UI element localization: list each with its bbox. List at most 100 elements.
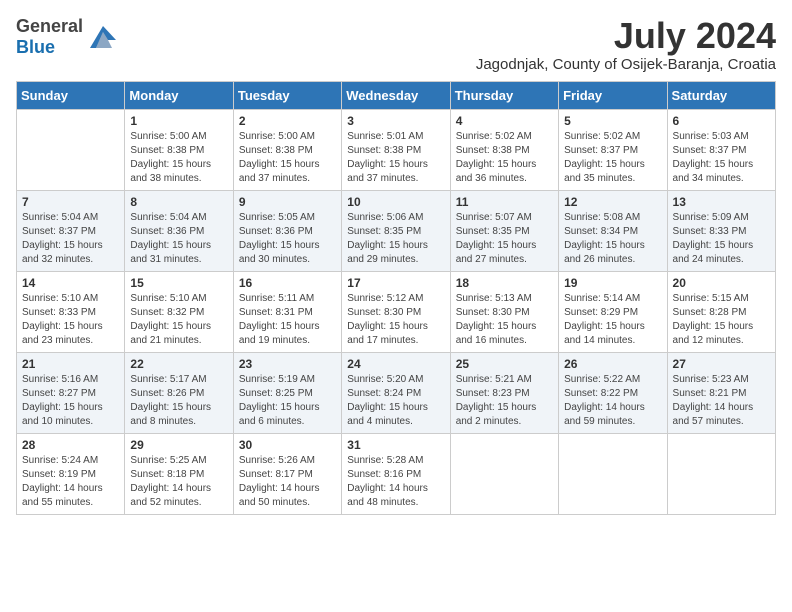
calendar-cell: 1 Sunrise: 5:00 AMSunset: 8:38 PMDaylight… [125, 109, 233, 190]
day-info: Sunrise: 5:25 AMSunset: 8:18 PMDaylight:… [130, 454, 227, 510]
calendar-cell: 3Sunrise: 5:01 AMSunset: 8:38 PMDaylight… [342, 109, 450, 190]
calendar-cell: 31 Sunrise: 5:28 AMSunset: 8:16 PMDayligh… [342, 433, 450, 514]
day-info: Sunrise: 5:17 AMSunset: 8:26 PMDaylight:… [130, 373, 227, 429]
day-info: Sunrise: 5:20 AMSunset: 8:24 PMDaylight:… [347, 373, 444, 429]
day-number: 11 [456, 195, 553, 209]
calendar-cell [450, 433, 558, 514]
day-number: 4 [456, 114, 553, 128]
weekday-header: Tuesday [233, 81, 341, 109]
day-number: 18 [456, 276, 553, 290]
calendar-cell [559, 433, 667, 514]
calendar-cell: 24 Sunrise: 5:20 AMSunset: 8:24 PMDayligh… [342, 352, 450, 433]
calendar-week-row: 14Sunrise: 5:10 AMSunset: 8:33 PMDayligh… [17, 271, 776, 352]
calendar-cell: 12Sunrise: 5:08 AMSunset: 8:34 PMDayligh… [559, 190, 667, 271]
calendar-cell: 26 Sunrise: 5:22 AMSunset: 8:22 PMDayligh… [559, 352, 667, 433]
calendar-cell: 17 Sunrise: 5:12 AMSunset: 8:30 PMDayligh… [342, 271, 450, 352]
day-info: Sunrise: 5:24 AMSunset: 8:19 PMDaylight:… [22, 454, 119, 510]
calendar-cell: 13Sunrise: 5:09 AMSunset: 8:33 PMDayligh… [667, 190, 775, 271]
calendar-cell: 4 Sunrise: 5:02 AMSunset: 8:38 PMDaylight… [450, 109, 558, 190]
calendar-cell: 19 Sunrise: 5:14 AMSunset: 8:29 PMDayligh… [559, 271, 667, 352]
day-number: 13 [673, 195, 770, 209]
calendar-cell: 2 Sunrise: 5:00 AMSunset: 8:38 PMDaylight… [233, 109, 341, 190]
day-number: 30 [239, 438, 336, 452]
day-info: Sunrise: 5:00 AMSunset: 8:38 PMDaylight:… [130, 130, 227, 186]
day-number: 21 [22, 357, 119, 371]
day-number: 12 [564, 195, 661, 209]
day-number: 16 [239, 276, 336, 290]
day-number: 3 [347, 114, 444, 128]
calendar-cell: 28 Sunrise: 5:24 AMSunset: 8:19 PMDayligh… [17, 433, 125, 514]
day-number: 23 [239, 357, 336, 371]
day-info: Sunrise: 5:07 AMSunset: 8:35 PMDaylight:… [456, 211, 553, 267]
day-info: Sunrise: 5:16 AMSunset: 8:27 PMDaylight:… [22, 373, 119, 429]
day-info: Sunrise: 5:14 AMSunset: 8:29 PMDaylight:… [564, 292, 661, 348]
calendar-header-row: SundayMondayTuesdayWednesdayThursdayFrid… [17, 81, 776, 109]
day-info: Sunrise: 5:00 AMSunset: 8:38 PMDaylight:… [239, 130, 336, 186]
day-info: Sunrise: 5:12 AMSunset: 8:30 PMDaylight:… [347, 292, 444, 348]
calendar-cell [17, 109, 125, 190]
calendar-cell: 5 Sunrise: 5:02 AMSunset: 8:37 PMDaylight… [559, 109, 667, 190]
calendar-cell: 9Sunrise: 5:05 AMSunset: 8:36 PMDaylight… [233, 190, 341, 271]
day-number: 31 [347, 438, 444, 452]
calendar-cell: 15 Sunrise: 5:10 AMSunset: 8:32 PMDayligh… [125, 271, 233, 352]
day-number: 17 [347, 276, 444, 290]
calendar-cell: 30Sunrise: 5:26 AMSunset: 8:17 PMDayligh… [233, 433, 341, 514]
day-number: 24 [347, 357, 444, 371]
calendar-cell: 20 Sunrise: 5:15 AMSunset: 8:28 PMDayligh… [667, 271, 775, 352]
day-info: Sunrise: 5:03 AMSunset: 8:37 PMDaylight:… [673, 130, 770, 186]
day-number: 10 [347, 195, 444, 209]
calendar-cell: 23 Sunrise: 5:19 AMSunset: 8:25 PMDayligh… [233, 352, 341, 433]
day-info: Sunrise: 5:06 AMSunset: 8:35 PMDaylight:… [347, 211, 444, 267]
day-number: 1 [130, 114, 227, 128]
logo: General Blue [16, 16, 120, 57]
day-info: Sunrise: 5:05 AMSunset: 8:36 PMDaylight:… [239, 211, 336, 267]
calendar-cell: 11 Sunrise: 5:07 AMSunset: 8:35 PMDayligh… [450, 190, 558, 271]
day-info: Sunrise: 5:28 AMSunset: 8:16 PMDaylight:… [347, 454, 444, 510]
title-block: July 2024 Jagodnjak, County of Osijek-Ba… [476, 16, 776, 73]
weekday-header: Wednesday [342, 81, 450, 109]
calendar-week-row: 28 Sunrise: 5:24 AMSunset: 8:19 PMDayligh… [17, 433, 776, 514]
weekday-header: Monday [125, 81, 233, 109]
weekday-header: Thursday [450, 81, 558, 109]
calendar-week-row: 21 Sunrise: 5:16 AMSunset: 8:27 PMDayligh… [17, 352, 776, 433]
page-header: General Blue July 2024 Jagodnjak, County… [16, 16, 776, 73]
day-info: Sunrise: 5:21 AMSunset: 8:23 PMDaylight:… [456, 373, 553, 429]
day-info: Sunrise: 5:23 AMSunset: 8:21 PMDaylight:… [673, 373, 770, 429]
weekday-header: Friday [559, 81, 667, 109]
day-number: 15 [130, 276, 227, 290]
day-number: 26 [564, 357, 661, 371]
day-number: 20 [673, 276, 770, 290]
weekday-header: Sunday [17, 81, 125, 109]
calendar-week-row: 7Sunrise: 5:04 AMSunset: 8:37 PMDaylight… [17, 190, 776, 271]
day-number: 28 [22, 438, 119, 452]
calendar-cell: 22 Sunrise: 5:17 AMSunset: 8:26 PMDayligh… [125, 352, 233, 433]
calendar-cell: 29 Sunrise: 5:25 AMSunset: 8:18 PMDayligh… [125, 433, 233, 514]
day-info: Sunrise: 5:15 AMSunset: 8:28 PMDaylight:… [673, 292, 770, 348]
calendar-cell: 27Sunrise: 5:23 AMSunset: 8:21 PMDayligh… [667, 352, 775, 433]
calendar-cell: 18 Sunrise: 5:13 AMSunset: 8:30 PMDayligh… [450, 271, 558, 352]
calendar-cell: 14Sunrise: 5:10 AMSunset: 8:33 PMDayligh… [17, 271, 125, 352]
day-number: 29 [130, 438, 227, 452]
month-year-title: July 2024 [476, 16, 776, 56]
day-number: 6 [673, 114, 770, 128]
calendar-cell: 10 Sunrise: 5:06 AMSunset: 8:35 PMDayligh… [342, 190, 450, 271]
day-number: 5 [564, 114, 661, 128]
day-info: Sunrise: 5:10 AMSunset: 8:33 PMDaylight:… [22, 292, 119, 348]
logo-blue: Blue [16, 37, 55, 57]
day-number: 2 [239, 114, 336, 128]
day-info: Sunrise: 5:22 AMSunset: 8:22 PMDaylight:… [564, 373, 661, 429]
day-info: Sunrise: 5:02 AMSunset: 8:37 PMDaylight:… [564, 130, 661, 186]
logo-icon [86, 20, 120, 54]
location-subtitle: Jagodnjak, County of Osijek-Baranja, Cro… [476, 56, 776, 73]
day-number: 7 [22, 195, 119, 209]
day-number: 25 [456, 357, 553, 371]
calendar-cell: 6 Sunrise: 5:03 AMSunset: 8:37 PMDaylight… [667, 109, 775, 190]
day-info: Sunrise: 5:10 AMSunset: 8:32 PMDaylight:… [130, 292, 227, 348]
day-info: Sunrise: 5:13 AMSunset: 8:30 PMDaylight:… [456, 292, 553, 348]
day-number: 19 [564, 276, 661, 290]
day-info: Sunrise: 5:19 AMSunset: 8:25 PMDaylight:… [239, 373, 336, 429]
calendar-cell [667, 433, 775, 514]
calendar-cell: 16Sunrise: 5:11 AMSunset: 8:31 PMDayligh… [233, 271, 341, 352]
day-number: 22 [130, 357, 227, 371]
day-info: Sunrise: 5:02 AMSunset: 8:38 PMDaylight:… [456, 130, 553, 186]
